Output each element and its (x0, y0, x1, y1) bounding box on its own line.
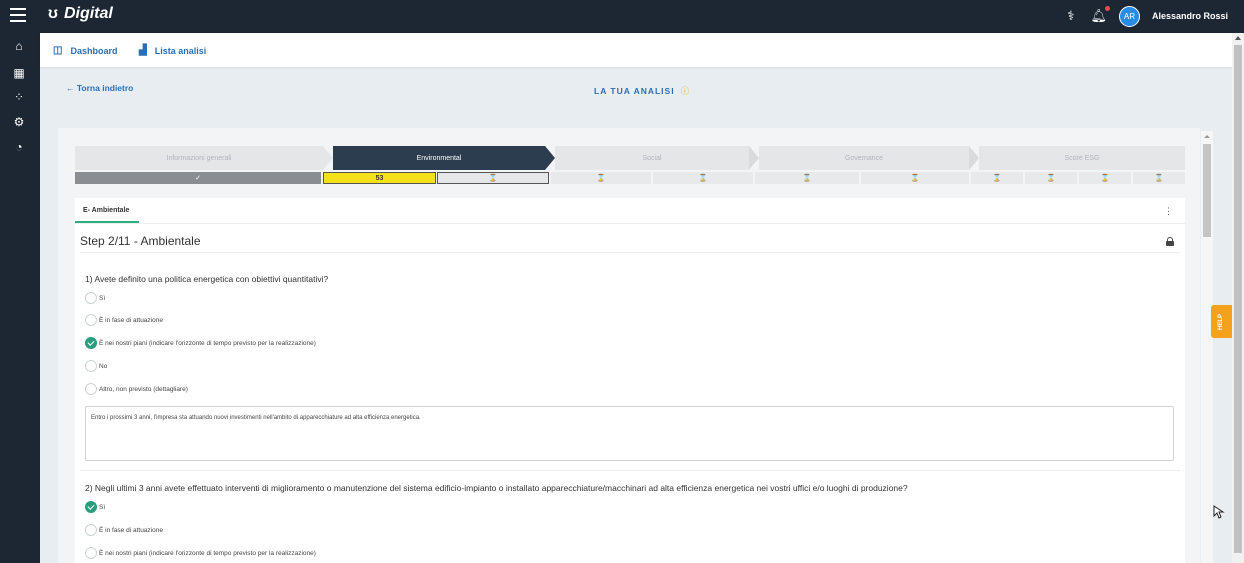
info-icon[interactable]: ⓘ (681, 86, 691, 96)
help-button[interactable]: HELP (1211, 305, 1232, 338)
questionnaire-card: E- Ambientale ⋮ Step 2/11 - Ambientale 1… (75, 198, 1185, 563)
step-environmental[interactable]: Environmental (333, 146, 545, 170)
radio[interactable] (85, 360, 97, 372)
user-name[interactable]: Alessandro Rossi (1152, 11, 1228, 21)
score-pending-2: ⌛ (1025, 172, 1077, 184)
users-gear-icon[interactable]: ⚙ (12, 115, 26, 129)
back-link[interactable]: ← Torna indietro (66, 83, 133, 93)
step-title: Step 2/11 - Ambientale (80, 234, 201, 248)
sub-navigation: ◫ Dashboard ▟ Lista analisi (40, 33, 1232, 67)
app-logo[interactable]: ʊ Digital (48, 5, 113, 23)
dashboard-gauge-icon[interactable]: ◔ (12, 140, 26, 154)
social-pending-1: ⌛ (551, 172, 651, 184)
scroll-up-arrow-icon[interactable] (1204, 135, 1210, 138)
q1-option-other[interactable]: Altro, non previsto (dettagliare) (85, 383, 188, 395)
q1-option-no[interactable]: No (85, 360, 107, 372)
radio[interactable] (85, 547, 97, 559)
top-right-actions: ⚕ 🔔︎ AR Alessandro Rossi (1051, 5, 1228, 27)
nav-analysis-list[interactable]: ▟ Lista analisi (139, 45, 206, 56)
connection-icon[interactable]: ⚕ (1067, 8, 1074, 24)
radio[interactable] (85, 524, 97, 536)
q1-answer-textarea[interactable]: Entro i prossimi 3 anni, l'impresa sta a… (85, 406, 1174, 461)
question-divider (80, 470, 1180, 471)
nav-dashboard[interactable]: ◫ Dashboard (53, 45, 117, 56)
home-icon[interactable]: ⌂ (12, 39, 26, 53)
panel-scrollbar[interactable] (1201, 131, 1213, 563)
q2-option-si[interactable]: Sì (85, 501, 105, 513)
avatar[interactable]: AR (1118, 5, 1140, 27)
question-2: 2) Negli ultimi 3 anni avete effettuato … (85, 483, 908, 493)
step-general-info[interactable]: Informazioni generali (75, 146, 323, 170)
environmental-score-badge: 53 (323, 172, 436, 184)
scrollbar-thumb[interactable] (1234, 45, 1242, 553)
network-icon[interactable]: ⁘ (12, 90, 26, 104)
book-icon: ◫ (53, 45, 63, 56)
q1-option-planned[interactable]: È nei nostri piani (indicare l'orizzonte… (85, 337, 316, 349)
tab-e-ambientale[interactable]: E- Ambientale (75, 198, 139, 223)
radio-checked[interactable] (85, 501, 97, 513)
score-pending-3: ⌛ (1079, 172, 1131, 184)
governance-pending-2: ⌛ (861, 172, 969, 184)
radio[interactable] (85, 383, 97, 395)
step-governance[interactable]: Governance (759, 146, 969, 170)
sidebar: ⌂ ▦ ⁘ ⚙ ◔ (0, 33, 40, 563)
step-score-esg[interactable]: Score ESG (979, 146, 1185, 170)
step-social[interactable]: Social (555, 146, 749, 170)
step-arrow (545, 146, 555, 170)
score-pending-4: ⌛ (1133, 172, 1185, 184)
governance-pending-1: ⌛ (755, 172, 859, 184)
step-arrow (749, 146, 759, 170)
step-arrow (969, 146, 979, 170)
page-title: LA TUA ANALISI ⓘ (594, 86, 691, 96)
radio-checked[interactable] (85, 337, 97, 349)
tab-divider (75, 223, 1185, 224)
scrollbar-thumb[interactable] (1203, 144, 1211, 237)
radio[interactable] (85, 314, 97, 326)
q2-option-in-progress[interactable]: È in fase di attuazione (85, 524, 163, 536)
q1-option-si[interactable]: Sì (85, 292, 105, 304)
question-1: 1) Avete definito una politica energetic… (85, 274, 329, 284)
step-arrow (323, 146, 333, 170)
logo-mark-icon: ʊ (48, 5, 58, 22)
building-icon[interactable]: ▦ (12, 66, 26, 80)
bell-icon[interactable]: 🔔︎ (1090, 6, 1110, 24)
environmental-pending: ⌛ (437, 172, 549, 184)
social-pending-2: ⌛ (653, 172, 753, 184)
radio[interactable] (85, 292, 97, 304)
more-options-icon[interactable]: ⋮ (1164, 206, 1173, 217)
score-pending-1: ⌛ (971, 172, 1023, 184)
lock-icon (1166, 237, 1174, 246)
top-bar: ʊ Digital ⚕ 🔔︎ AR Alessandro Rossi (0, 0, 1244, 33)
scroll-up-arrow-icon[interactable] (1235, 36, 1241, 40)
mouse-cursor-icon (1213, 505, 1225, 519)
hamburger-menu-icon[interactable] (10, 8, 26, 22)
q2-option-planned[interactable]: È nei nostri piani (indicare l'orizzonte… (85, 547, 316, 559)
title-divider (80, 252, 1180, 253)
chart-icon: ▟ (139, 45, 147, 56)
page-scrollbar[interactable] (1232, 33, 1244, 563)
progress-stepper: Informazioni generali Environmental Soci… (75, 146, 1185, 185)
q1-option-in-progress[interactable]: È in fase di attuazione (85, 314, 163, 326)
general-info-completed: ✓ (75, 172, 321, 184)
notification-dot (1104, 6, 1110, 11)
